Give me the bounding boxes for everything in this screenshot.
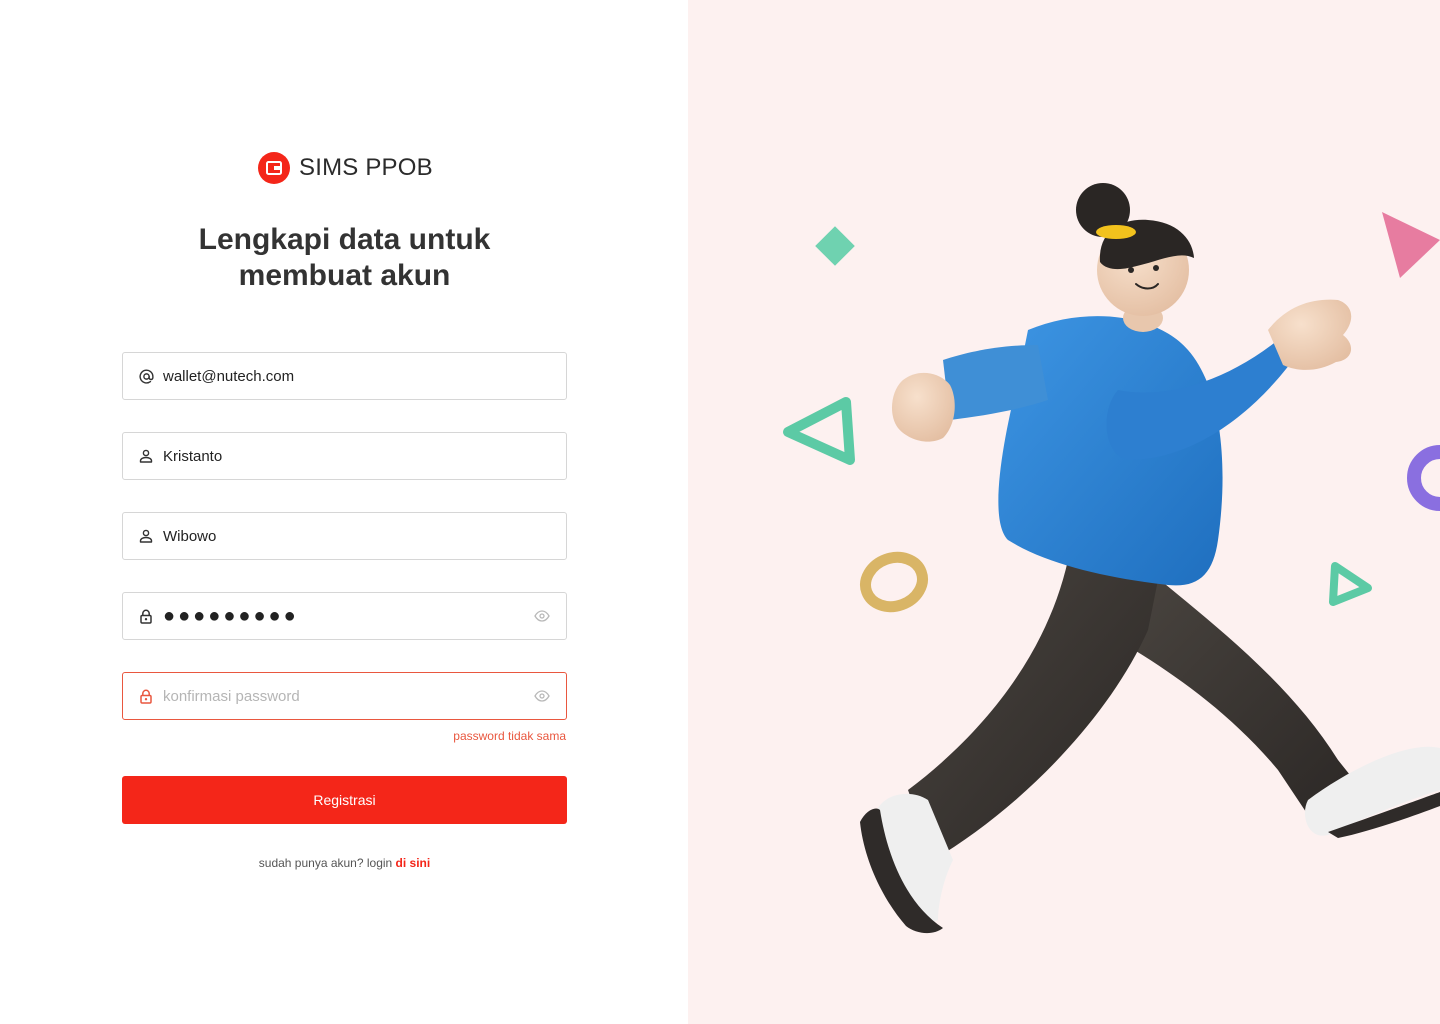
diamond-shape — [815, 226, 855, 266]
register-button[interactable]: Registrasi — [122, 776, 567, 824]
password-field[interactable] — [122, 592, 567, 640]
purple-ring-shape — [1407, 445, 1440, 511]
small-triangle-outline-shape — [1329, 562, 1372, 606]
email-input[interactable] — [163, 356, 566, 396]
login-prompt: sudah punya akun? login di sini — [122, 856, 567, 870]
page-title: Lengkapi data untuk membuat akun — [122, 222, 567, 294]
eye-icon[interactable] — [533, 607, 551, 625]
running-person-illustration — [783, 183, 1440, 934]
triangle-outline-shape — [783, 397, 855, 465]
last-name-field[interactable] — [122, 512, 567, 560]
lock-icon — [138, 608, 154, 624]
user-icon — [138, 448, 154, 464]
ring-shape — [860, 551, 928, 613]
confirm-password-field[interactable] — [122, 672, 567, 720]
brand-name: SIMS PPOB — [299, 154, 433, 181]
page-title-line-2: membuat akun — [238, 259, 451, 292]
password-mismatch-error: password tidak sama — [453, 729, 566, 743]
password-input[interactable] — [163, 596, 533, 636]
illustration-panel — [688, 0, 1440, 1024]
first-name-input[interactable] — [163, 436, 566, 476]
login-prompt-text: sudah punya akun? login — [258, 856, 396, 870]
pink-triangle-shape — [1382, 212, 1440, 278]
user-icon — [138, 528, 154, 544]
first-name-field[interactable] — [122, 432, 567, 480]
email-field[interactable] — [122, 352, 567, 400]
page-title-line-1: Lengkapi data untuk — [198, 223, 491, 256]
at-icon — [138, 368, 154, 384]
last-name-input[interactable] — [163, 516, 566, 556]
lock-icon — [138, 688, 154, 704]
brand: SIMS PPOB — [258, 152, 433, 184]
wallet-logo-icon — [258, 152, 290, 184]
eye-icon[interactable] — [533, 687, 551, 705]
login-link[interactable]: di sini — [396, 856, 431, 870]
form-panel: SIMS PPOB Lengkapi data untuk membuat ak… — [0, 0, 688, 1024]
confirm-password-input[interactable] — [163, 676, 533, 716]
